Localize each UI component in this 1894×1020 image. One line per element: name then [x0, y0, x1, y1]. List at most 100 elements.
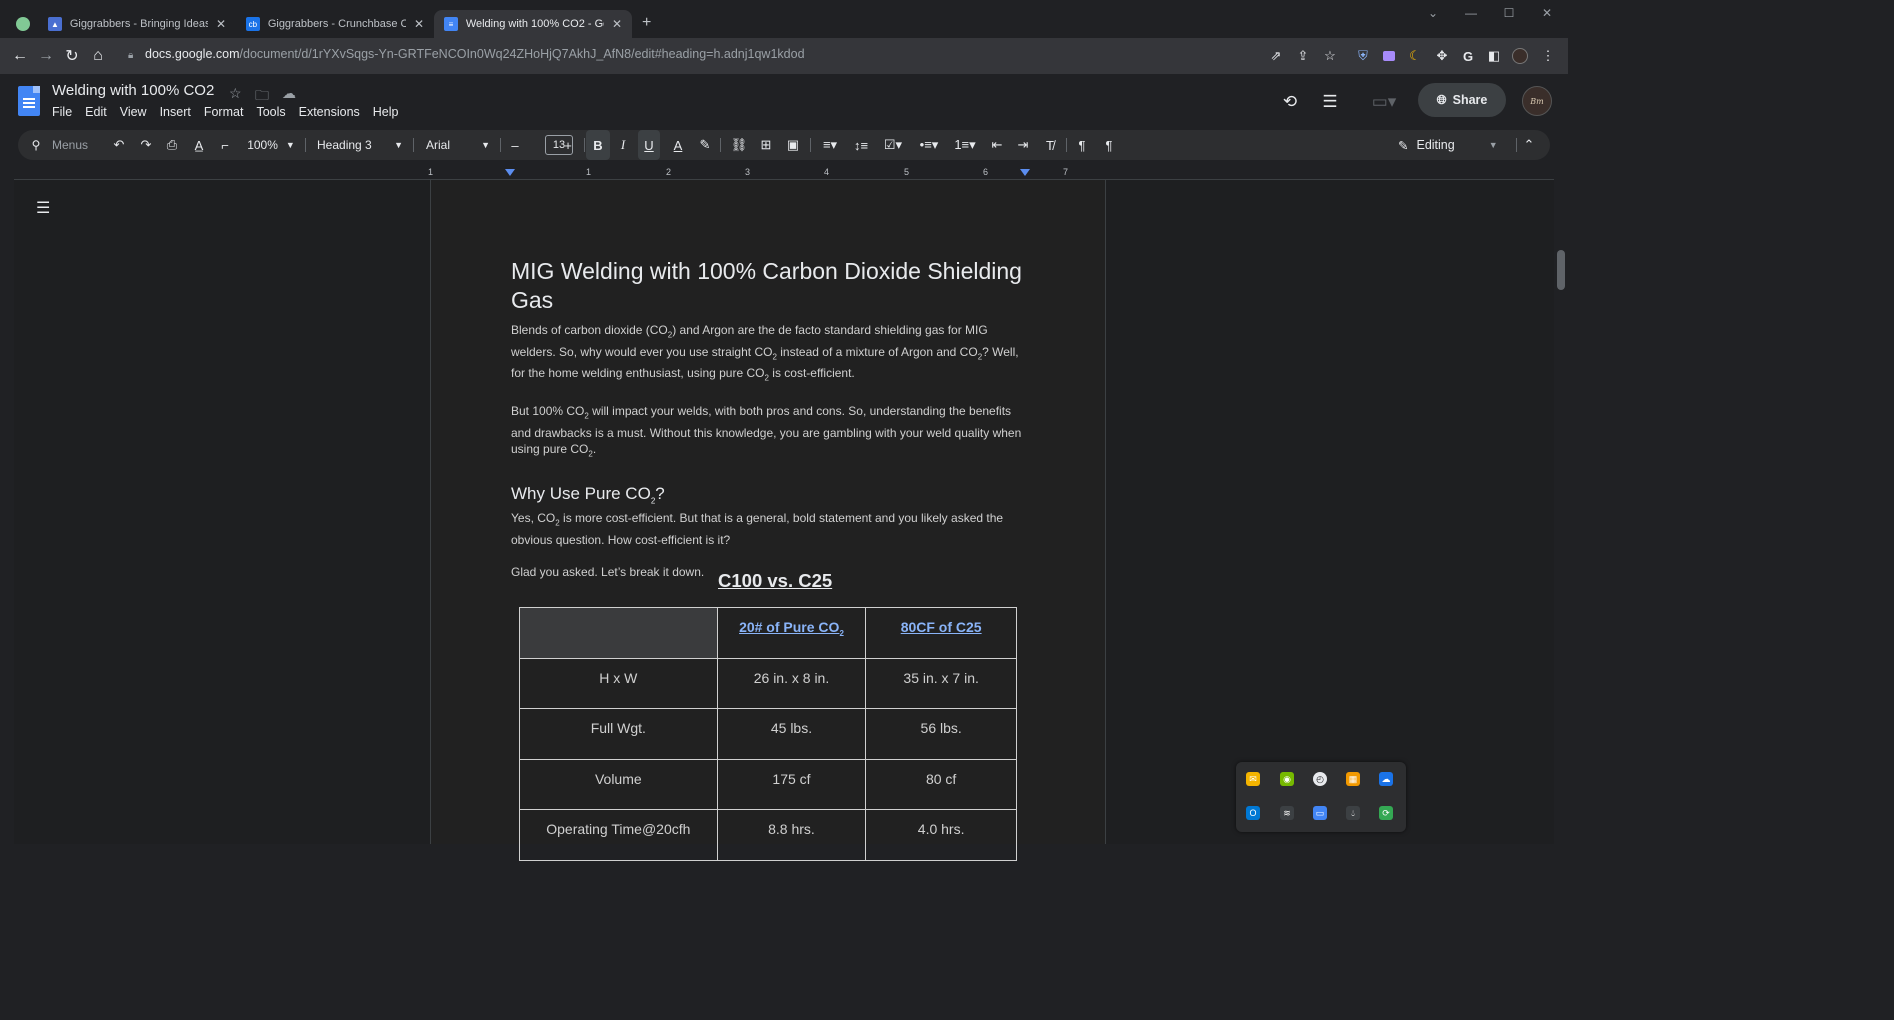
divider	[810, 138, 811, 152]
print-icon[interactable]: ⎙	[161, 130, 183, 160]
numbered-list-icon[interactable]: 1≡▾	[950, 130, 980, 160]
increase-font-size-icon[interactable]: +	[557, 130, 579, 160]
reload-icon[interactable]: ↻	[62, 46, 82, 66]
menu-help[interactable]: Help	[373, 105, 399, 119]
search-menus-input[interactable]: Menus	[52, 130, 88, 160]
right-indent-marker[interactable]	[1020, 169, 1030, 176]
insert-image-icon[interactable]: ▣	[782, 130, 804, 160]
mail-icon[interactable]: ✉	[1246, 772, 1260, 786]
docs-logo-icon[interactable]	[18, 86, 40, 116]
undo-icon[interactable]: ↶	[108, 130, 130, 160]
menu-extensions[interactable]: Extensions	[299, 105, 360, 119]
paragraph-3: Yes, CO2 is more cost-efficient. But tha…	[511, 511, 1004, 547]
font-select[interactable]: Arial ▼	[426, 130, 490, 160]
add-comment-icon[interactable]: ⊞	[755, 130, 777, 160]
folder-sync-icon[interactable]: ⟳	[1379, 806, 1393, 820]
redo-icon[interactable]: ↷	[135, 130, 157, 160]
editing-mode-select[interactable]: ✎ Editing ▼	[1398, 130, 1498, 160]
star-icon[interactable]: ☆	[229, 85, 242, 102]
header-link-pure-co2[interactable]: 20# of Pure CO2	[739, 619, 844, 638]
underline-icon[interactable]: U	[638, 130, 660, 160]
zoom-select[interactable]: 100% ▼	[246, 130, 296, 160]
new-tab-button[interactable]: +	[642, 14, 651, 32]
moon-extension-icon[interactable]: ☾	[1407, 48, 1423, 64]
profile-icon[interactable]	[16, 17, 30, 31]
drop-icon[interactable]: 💧︎	[1346, 806, 1360, 820]
link-icon[interactable]: ⛓	[728, 130, 750, 160]
close-tab-icon[interactable]: ✕	[612, 17, 622, 31]
onedrive-icon[interactable]: ☁	[1379, 772, 1393, 786]
avatar[interactable]: Bm	[1522, 86, 1552, 116]
bookmark-star-icon[interactable]: ☆	[1322, 48, 1338, 64]
checklist-icon[interactable]: ☑▾	[878, 130, 908, 160]
minimize-icon[interactable]: —	[1452, 0, 1490, 26]
bulleted-list-icon[interactable]: •≡▾	[914, 130, 944, 160]
line-spacing-icon[interactable]: ↕≡	[850, 130, 872, 160]
settings-tray-icon[interactable]: ≋	[1280, 806, 1294, 820]
browser-menu-icon[interactable]: ⋮	[1540, 48, 1556, 64]
style-select[interactable]: Heading 3 ▼	[317, 130, 403, 160]
vertical-scrollbar[interactable]	[1554, 180, 1568, 844]
ltr-text-icon[interactable]: ¶	[1071, 130, 1093, 160]
profile-avatar-icon[interactable]	[1512, 48, 1528, 64]
tab-search-icon[interactable]: ⌄	[1414, 0, 1452, 26]
close-window-icon[interactable]: ✕	[1528, 0, 1566, 26]
url-field[interactable]: docs.google.com/document/d/1rYXvSqgs-Yn-…	[145, 47, 805, 61]
open-external-icon[interactable]: ⇗	[1268, 48, 1284, 64]
app-grid-icon[interactable]: ▦	[1346, 772, 1360, 786]
sidepanel-icon[interactable]: ◧	[1486, 48, 1502, 64]
table-cell: 8.8 hrs.	[716, 809, 867, 861]
shield-extension-icon[interactable]: ⛨	[1355, 48, 1371, 64]
search-icon[interactable]: ⚲	[28, 130, 44, 160]
tab-crunchbase[interactable]: cb Giggrabbers - Crunchbase Comp ✕	[236, 10, 434, 38]
paint-format-icon[interactable]: ⌐	[214, 130, 236, 160]
home-icon[interactable]: ⌂	[88, 46, 108, 66]
table-cell: H x W	[519, 657, 718, 709]
puzzle-extensions-icon[interactable]: ✥	[1434, 48, 1450, 64]
nvidia-icon[interactable]: ◉	[1280, 772, 1294, 786]
lock-icon[interactable]: 🔒︎	[128, 50, 133, 61]
align-icon[interactable]: ≡▾	[816, 130, 844, 160]
tab-welding-doc[interactable]: ≡ Welding with 100% CO2 - Goog ✕	[434, 10, 632, 38]
increase-indent-icon[interactable]: ⇥	[1012, 130, 1034, 160]
menu-insert[interactable]: Insert	[160, 105, 191, 119]
highlight-icon[interactable]: ✎	[694, 130, 716, 160]
share-button[interactable]: 🌐︎ Share	[1418, 83, 1506, 117]
decrease-indent-icon[interactable]: ⇤	[986, 130, 1008, 160]
collapse-toolbar-icon[interactable]: ⌃	[1518, 130, 1540, 160]
italic-icon[interactable]: I	[612, 130, 634, 160]
left-indent-marker[interactable]	[505, 169, 515, 176]
decrease-font-size-icon[interactable]: –	[504, 130, 526, 160]
clock-icon[interactable]: ◴	[1313, 772, 1327, 786]
spellcheck-icon[interactable]: A̲	[188, 130, 210, 160]
rtl-text-icon[interactable]: ¶	[1098, 130, 1120, 160]
clear-formatting-icon[interactable]: T̸	[1039, 130, 1061, 160]
document-title[interactable]: Welding with 100% CO2	[52, 82, 214, 99]
meet-icon[interactable]: ▭▾	[1366, 90, 1402, 114]
document-outline-icon[interactable]: ☰	[36, 201, 52, 218]
chat-extension-icon[interactable]	[1383, 51, 1395, 61]
comments-icon[interactable]: ☰	[1318, 90, 1342, 114]
outlook-icon[interactable]: O	[1246, 806, 1260, 820]
cloud-saved-icon[interactable]: ☁︎	[282, 85, 296, 102]
menu-file[interactable]: File	[52, 105, 72, 119]
share-page-icon[interactable]: ⇪	[1295, 48, 1311, 64]
menu-view[interactable]: View	[120, 105, 147, 119]
close-tab-icon[interactable]: ✕	[216, 17, 226, 31]
text-color-icon[interactable]: A	[667, 130, 689, 160]
tab-giggrabbers[interactable]: ▲ Giggrabbers - Bringing Ideas an ✕	[38, 10, 236, 38]
grammarly-icon[interactable]: G	[1460, 48, 1476, 64]
maximize-icon[interactable]: ☐	[1490, 0, 1528, 26]
menu-format[interactable]: Format	[204, 105, 244, 119]
back-icon[interactable]: ←	[10, 46, 30, 66]
ruler-track[interactable]: 1 1 2 3 4 5 6 7	[428, 167, 1106, 177]
header-link-c25[interactable]: 80CF of C25	[901, 619, 982, 635]
menu-tools[interactable]: Tools	[256, 105, 285, 119]
scrollbar-thumb[interactable]	[1557, 250, 1565, 290]
forward-icon[interactable]: →	[36, 46, 56, 66]
display-icon[interactable]: ▭	[1313, 806, 1327, 820]
version-history-icon[interactable]: ⟲	[1278, 90, 1302, 114]
bold-icon[interactable]: B	[586, 130, 610, 160]
close-tab-icon[interactable]: ✕	[414, 17, 424, 31]
menu-edit[interactable]: Edit	[85, 105, 107, 119]
